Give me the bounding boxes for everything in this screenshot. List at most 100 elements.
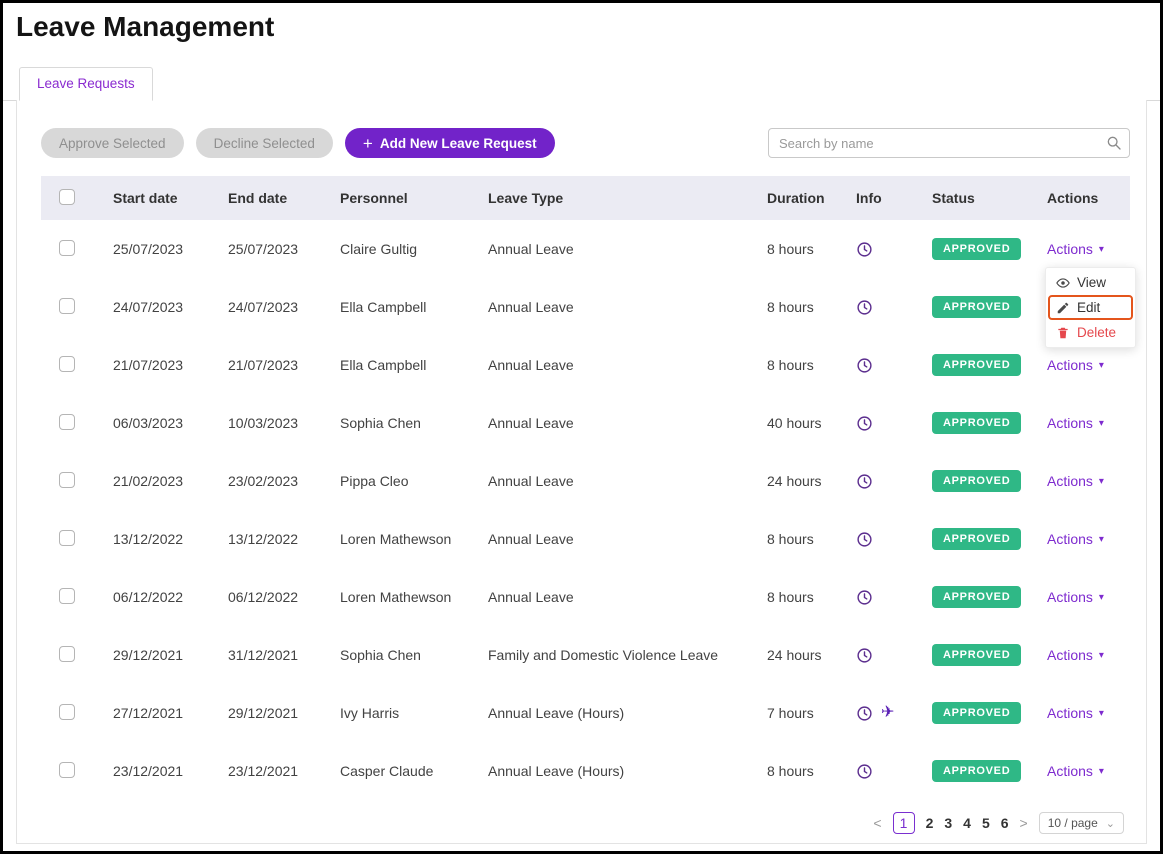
info-cell: [856, 589, 932, 606]
actions-dropdown-trigger[interactable]: Actions ▾: [1047, 705, 1104, 721]
row-checkbox[interactable]: [59, 587, 75, 604]
row-checkbox[interactable]: [59, 355, 75, 372]
leave-type-cell: Annual Leave: [488, 473, 574, 489]
clock-icon[interactable]: [856, 763, 873, 780]
actions-dropdown-trigger[interactable]: Actions ▾: [1047, 357, 1104, 373]
status-badge: APPROVED: [932, 238, 1022, 260]
info-cell: [856, 357, 932, 374]
page-button-3[interactable]: 3: [944, 815, 952, 831]
select-all-checkbox[interactable]: [59, 188, 75, 205]
row-checkbox[interactable]: [59, 239, 75, 256]
start-date-cell: 06/12/2022: [113, 589, 184, 605]
page-button-6[interactable]: 6: [1001, 815, 1009, 831]
clock-icon[interactable]: [856, 299, 873, 316]
status-badge: APPROVED: [932, 412, 1022, 434]
status-cell: APPROVED: [932, 644, 1047, 666]
clock-icon[interactable]: [856, 705, 873, 722]
row-checkbox[interactable]: [59, 761, 75, 778]
decline-selected-button[interactable]: Decline Selected: [195, 128, 333, 158]
duration-cell: 8 hours: [767, 589, 814, 605]
column-header-leave-type: Leave Type: [488, 190, 564, 206]
menu-item-delete[interactable]: Delete: [1048, 320, 1133, 345]
leave-type-cell: Annual Leave: [488, 357, 574, 373]
next-page-button[interactable]: >: [1020, 815, 1028, 831]
row-checkbox[interactable]: [59, 413, 75, 430]
page-button-2[interactable]: 2: [926, 815, 934, 831]
page-size-select[interactable]: 10 / page ⌄: [1038, 812, 1124, 834]
duration-cell: 24 hours: [767, 647, 822, 663]
pencil-icon: [1057, 302, 1069, 313]
menu-item-view-label: View: [1077, 275, 1107, 290]
actions-cell: Actions ▾: [1047, 241, 1130, 257]
column-header-info: Info: [856, 190, 882, 206]
personnel-cell: Sophia Chen: [340, 647, 421, 663]
duration-cell: 8 hours: [767, 763, 814, 779]
actions-label: Actions: [1047, 357, 1093, 373]
status-badge: APPROVED: [932, 296, 1022, 318]
actions-cell: Actions ▾: [1047, 531, 1130, 547]
actions-dropdown-trigger[interactable]: Actions ▾: [1047, 473, 1104, 489]
duration-cell: 40 hours: [767, 415, 822, 431]
end-date-cell: 06/12/2022: [228, 589, 299, 605]
clock-icon[interactable]: [856, 589, 873, 606]
clock-icon[interactable]: [856, 473, 873, 490]
status-badge: APPROVED: [932, 586, 1022, 608]
page-button-5[interactable]: 5: [982, 815, 990, 831]
personnel-cell: Loren Mathewson: [340, 531, 452, 547]
row-checkbox[interactable]: [59, 297, 75, 314]
actions-cell: Actions ▾: [1047, 705, 1130, 721]
leave-type-cell: Annual Leave (Hours): [488, 705, 625, 721]
actions-dropdown-trigger[interactable]: Actions ▾: [1047, 763, 1104, 779]
duration-cell: 8 hours: [767, 531, 814, 547]
info-cell: ✈: [856, 705, 932, 722]
end-date-cell: 10/03/2023: [228, 415, 299, 431]
status-cell: APPROVED: [932, 238, 1047, 260]
actions-dropdown-trigger[interactable]: Actions ▾: [1047, 415, 1104, 431]
menu-item-edit[interactable]: Edit: [1048, 295, 1133, 320]
tab-bar: Leave Requests: [3, 67, 1160, 101]
actions-dropdown-trigger[interactable]: Actions ▾: [1047, 647, 1104, 663]
clock-icon[interactable]: [856, 531, 873, 548]
search-input[interactable]: [768, 128, 1130, 158]
pagination: < 123456 > 10 / page ⌄: [41, 812, 1130, 834]
status-cell: APPROVED: [932, 354, 1047, 376]
column-header-start-date: Start date: [113, 190, 178, 206]
chevron-down-icon: ▾: [1098, 243, 1104, 255]
menu-item-view[interactable]: View: [1048, 270, 1133, 295]
leave-type-cell: Annual Leave: [488, 589, 574, 605]
personnel-cell: Ella Campbell: [340, 299, 427, 315]
row-checkbox[interactable]: [59, 529, 75, 546]
start-date-cell: 25/07/2023: [113, 241, 184, 257]
clock-icon[interactable]: [856, 647, 873, 664]
personnel-cell: Ivy Harris: [340, 705, 400, 721]
page-button-4[interactable]: 4: [963, 815, 971, 831]
page-button-1[interactable]: 1: [892, 812, 915, 834]
clock-icon[interactable]: [856, 415, 873, 432]
tab-leave-requests[interactable]: Leave Requests: [19, 67, 153, 101]
prev-page-button[interactable]: <: [873, 815, 881, 831]
row-checkbox[interactable]: [59, 645, 75, 662]
clock-icon[interactable]: [856, 241, 873, 258]
info-cell: [856, 473, 932, 490]
status-cell: APPROVED: [932, 470, 1047, 492]
approve-selected-button[interactable]: Approve Selected: [41, 128, 184, 158]
row-checkbox[interactable]: [59, 703, 75, 720]
row-checkbox[interactable]: [59, 471, 75, 488]
status-cell: APPROVED: [932, 586, 1047, 608]
leave-type-cell: Annual Leave: [488, 299, 574, 315]
end-date-cell: 23/12/2021: [228, 763, 299, 779]
add-leave-request-label: Add New Leave Request: [379, 135, 537, 151]
clock-icon[interactable]: [856, 357, 873, 374]
status-badge: APPROVED: [932, 760, 1022, 782]
leave-type-cell: Annual Leave (Hours): [488, 763, 625, 779]
actions-dropdown-trigger[interactable]: Actions ▾: [1047, 531, 1104, 547]
start-date-cell: 29/12/2021: [113, 647, 184, 663]
actions-cell: Actions ▾: [1047, 763, 1130, 779]
duration-cell: 8 hours: [767, 357, 814, 373]
add-leave-request-button[interactable]: + Add New Leave Request: [344, 128, 555, 158]
chevron-down-icon: ▾: [1098, 765, 1104, 777]
actions-dropdown-trigger[interactable]: Actions ▾: [1047, 589, 1104, 605]
page-size-value: 10 / page: [1047, 816, 1098, 830]
actions-cell: Actions ▾: [1047, 415, 1130, 431]
actions-dropdown-trigger[interactable]: Actions ▾: [1047, 241, 1104, 257]
